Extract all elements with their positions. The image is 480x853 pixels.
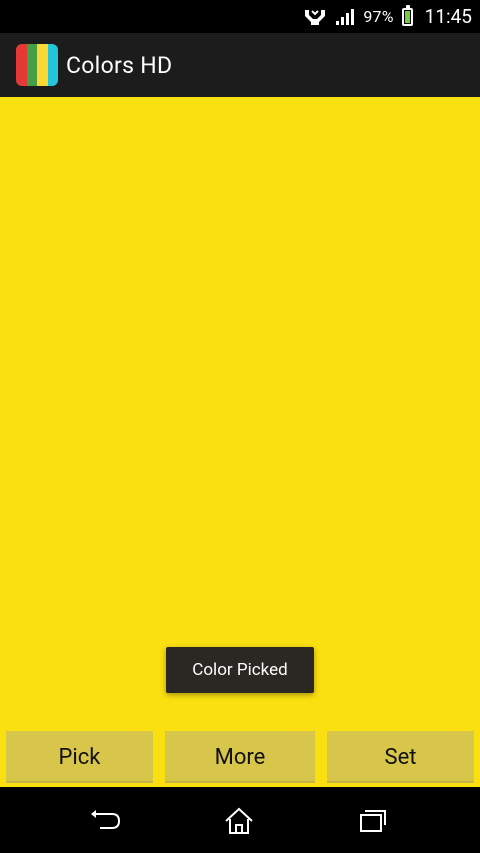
logo-stripe: [47, 44, 58, 86]
logo-stripe: [16, 44, 27, 86]
action-bar: Colors HD: [0, 33, 480, 97]
clock: 11:45: [424, 5, 472, 28]
status-icons: 97% 11:45: [303, 0, 472, 33]
logo-stripe: [26, 44, 37, 86]
back-icon[interactable]: [86, 805, 126, 837]
app-logo-icon[interactable]: [16, 44, 58, 86]
navigation-bar: [0, 787, 480, 853]
status-bar: 97% 11:45: [0, 0, 480, 33]
home-icon[interactable]: [219, 805, 259, 837]
network-icon: [303, 7, 327, 27]
button-row: Pick More Set: [0, 731, 480, 785]
pick-button[interactable]: Pick: [6, 731, 153, 783]
app-title: Colors HD: [66, 51, 173, 79]
set-button[interactable]: Set: [327, 731, 474, 783]
battery-percent: 97%: [363, 7, 394, 26]
recent-apps-icon[interactable]: [353, 805, 393, 837]
toast-message: Color Picked: [166, 647, 314, 693]
signal-icon: [335, 8, 355, 26]
logo-stripe: [37, 44, 48, 86]
battery-icon: [401, 4, 413, 26]
more-button[interactable]: More: [165, 731, 315, 783]
